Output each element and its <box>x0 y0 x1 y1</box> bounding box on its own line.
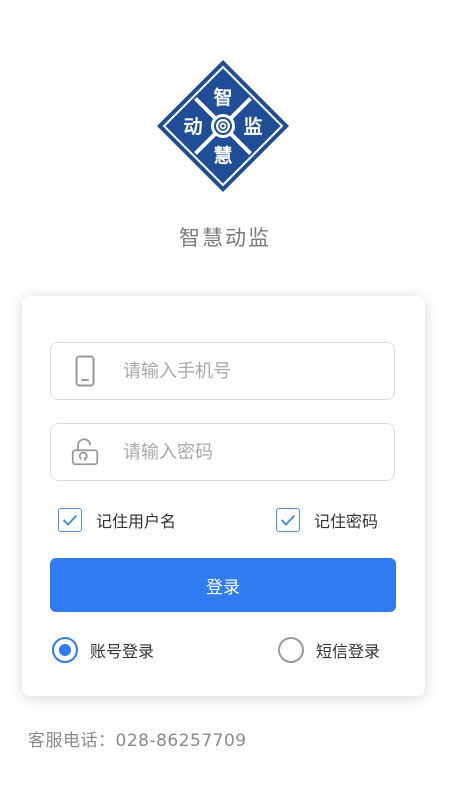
login-button[interactable]: 登录 <box>50 558 396 612</box>
unlock-icon <box>71 435 99 469</box>
remember-username-checkbox[interactable]: 记住用户名 <box>58 508 176 532</box>
app-logo: 智 动 监 慧 <box>157 60 289 192</box>
phone-icon <box>71 354 99 388</box>
app-name: 智慧动监 <box>179 226 271 250</box>
remember-password-checkbox[interactable]: 记住密码 <box>276 508 378 532</box>
remember-username-label: 记住用户名 <box>96 512 177 531</box>
account-login-label: 账号登录 <box>90 642 155 661</box>
checkbox-checked-icon <box>58 508 82 532</box>
radio-unselected-icon <box>278 637 304 663</box>
phone-field[interactable] <box>50 342 395 400</box>
sms-login-radio[interactable]: 短信登录 <box>278 637 380 663</box>
logo-char-bottom: 慧 <box>213 144 232 167</box>
service-hotline: 客服电话：028-86257709 <box>28 731 247 751</box>
logo-char-top: 智 <box>213 86 232 109</box>
account-login-radio[interactable]: 账号登录 <box>52 637 154 663</box>
remember-password-label: 记住密码 <box>314 512 379 531</box>
logo-char-right: 监 <box>243 115 262 138</box>
radio-selected-icon <box>52 637 78 663</box>
login-card: 记住用户名 记住密码 登录 账号登录 短信登录 <box>22 296 425 696</box>
logo-char-left: 动 <box>183 116 202 138</box>
password-input[interactable] <box>121 440 385 464</box>
password-field[interactable] <box>50 423 395 481</box>
phone-input[interactable] <box>121 359 385 383</box>
sms-login-label: 短信登录 <box>316 642 381 661</box>
checkbox-checked-icon <box>276 508 300 532</box>
